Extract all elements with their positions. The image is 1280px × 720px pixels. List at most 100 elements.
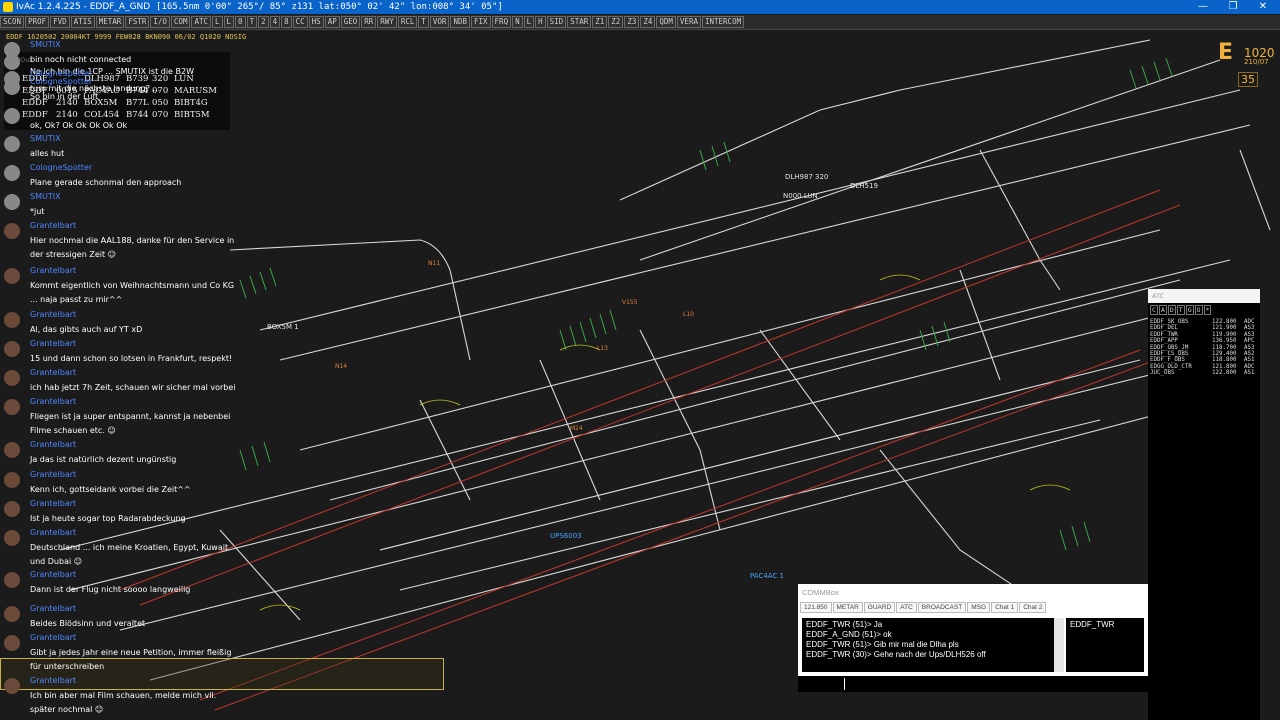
toolbar-button-t[interactable]: T — [418, 16, 429, 28]
aircraft-label[interactable]: DLH519 — [850, 182, 878, 190]
chat-author: SMUTIX — [30, 134, 61, 143]
toolbar-button-io[interactable]: I/O — [150, 16, 170, 28]
commbox-log-line: EDDF_TWR (51)> Ja — [806, 620, 883, 629]
toolbar-button-z1[interactable]: Z1 — [592, 16, 608, 28]
hold-short-markings — [259, 274, 1071, 611]
toolbar-button-hs[interactable]: HS — [308, 16, 324, 28]
toolbar-button-ndb[interactable]: NDB — [450, 16, 470, 28]
toolbar-button-atc[interactable]: ATC — [191, 16, 212, 28]
atc-tab[interactable]: A — [1158, 305, 1167, 315]
aircraft-label[interactable]: UPS6003 — [550, 532, 582, 540]
aircraft-label[interactable]: DLH987 — [785, 173, 813, 181]
toolbar-button-z3[interactable]: Z3 — [624, 16, 640, 28]
atc-tab[interactable]: D — [1167, 305, 1176, 315]
chat-author: Grantelbart — [30, 528, 77, 537]
toolbar-button-vor[interactable]: VOR — [429, 16, 450, 28]
toolbar-button-fix[interactable]: FIX — [471, 16, 491, 28]
toolbar-button-metar[interactable]: METAR — [95, 16, 125, 28]
toolbar-button-sid[interactable]: SID — [546, 16, 567, 28]
toolbar-button-rwy[interactable]: RWY — [377, 16, 397, 28]
toolbar-button-fvd[interactable]: FVD — [50, 16, 70, 28]
toolbar-button-t[interactable]: T — [246, 16, 258, 28]
toolbar-button-4[interactable]: 4 — [269, 16, 281, 28]
chat-author: Grantelbart — [30, 633, 77, 642]
toolbar-button-l[interactable]: L — [223, 16, 235, 28]
toolbar-button-z2[interactable]: Z2 — [608, 16, 624, 28]
toolbar-button-n[interactable]: N — [512, 16, 523, 28]
commbox-tab[interactable]: Chat 1 — [991, 602, 1019, 613]
commbox-log-line: EDDF_TWR (30)> Gehe nach der Ups/DLH526 … — [806, 650, 986, 659]
chat-author: Grantelbart — [30, 676, 77, 685]
commbox-tab[interactable]: GUARD — [863, 602, 896, 613]
chat-author: Grantelbart — [30, 266, 77, 275]
atc-freq: 122.800 — [1212, 370, 1237, 377]
atc-tab[interactable]: T — [1176, 305, 1185, 315]
commbox-tab[interactable]: Chat 2 — [1019, 602, 1047, 613]
avatar — [4, 530, 20, 546]
atc-tab[interactable]: C — [1150, 305, 1158, 315]
svg-text:M24: M24 — [570, 425, 583, 432]
commbox-log-line: EDDF_TWR (51)> Gib mir mal die Dlha pls — [806, 640, 959, 649]
toolbar-button-l[interactable]: L — [523, 16, 535, 28]
toolbar-button-frq[interactable]: FRQ — [491, 16, 512, 28]
chat-author: Grantelbart — [30, 570, 77, 579]
toolbar-button-2[interactable]: 2 — [258, 16, 269, 28]
atc-list-window[interactable]: ATC C A D T G O * EDDF_SK_OBS 122.800 ADC EDDF_DE… — [1148, 289, 1260, 720]
toolbar-button-com[interactable]: COM — [170, 16, 191, 28]
app-icon — [3, 2, 13, 12]
toolbar-button-star[interactable]: STAR — [567, 16, 592, 28]
toolbar-button-rcl[interactable]: RCL — [397, 16, 418, 28]
toolbar-button-z4[interactable]: Z4 — [640, 16, 656, 28]
commbox-tab[interactable]: MSG — [967, 602, 991, 613]
toolbar-button-ap[interactable]: AP — [324, 16, 340, 28]
toolbar-button-scon[interactable]: SCON — [0, 16, 25, 28]
atc-tab[interactable]: G — [1185, 305, 1194, 315]
commbox-log-line: EDDF_A_GND (51)> ok — [806, 630, 892, 639]
commbox-tab[interactable]: ATC — [896, 602, 917, 613]
commbox-window: COMMBox 121.850 METAR GUARD ATC BROADCAST MSG… — [798, 584, 1148, 692]
atis-letter: E — [1218, 40, 1234, 65]
atc-tab[interactable]: O — [1194, 305, 1203, 315]
toolbar-button-geo[interactable]: GEO — [340, 16, 361, 28]
commbox-input[interactable] — [798, 676, 1148, 692]
maximize-button[interactable]: ❐ — [1218, 0, 1248, 14]
chat-text: Kenn ich, gottseidank vorbei die Zeit^^ — [30, 485, 191, 494]
toolbar-button-0[interactable]: 0 — [235, 16, 246, 28]
aircraft-route-label: N000 LUN — [783, 192, 818, 200]
chat-author: Grantelbart — [30, 470, 77, 479]
chat-text: Ist ja heute sogar top Radarabdeckung — [30, 514, 186, 523]
minimize-button[interactable]: — — [1188, 0, 1218, 14]
toolbar-button-atis[interactable]: ATIS — [70, 16, 95, 28]
avatar — [4, 268, 20, 284]
toolbar-button-h[interactable]: H — [535, 16, 546, 28]
chat-text: Deutschland ... ich meine Kroatien, Egyp… — [30, 543, 229, 566]
toolbar-button-rr[interactable]: RR — [361, 16, 377, 28]
window-title: IvAc 1.2.4.225 - EDDF_A_GND — [16, 2, 151, 12]
commbox-tab[interactable]: 121.850 — [800, 602, 832, 613]
stream-chat-overlay: SMUTIX bin noch nicht connected Ne ich bin… — [0, 40, 444, 720]
commbox-scrollbar[interactable] — [1054, 618, 1064, 672]
close-button[interactable]: ✕ — [1248, 0, 1278, 14]
avatar — [4, 442, 20, 458]
cursor-coordinates: [165.5nm 0'00" 265°/ 85° z131 lat:050° 0… — [156, 2, 503, 12]
aircraft-label[interactable]: PAC4AC 1 — [750, 572, 784, 580]
chat-text: ich hab jetzt 7h Zeit, schauen wir siche… — [30, 383, 236, 392]
atc-list-tabs: C A D T G O * — [1150, 305, 1212, 315]
toolbar-button-qdm[interactable]: QDM — [656, 16, 676, 28]
commbox-tab[interactable]: METAR — [832, 602, 863, 613]
toolbar-button-fstr[interactable]: FSTR — [125, 16, 150, 28]
toolbar-button-8[interactable]: 8 — [281, 16, 292, 28]
commbox-tab[interactable]: BROADCAST — [917, 602, 967, 613]
toolbar-button-prof[interactable]: PROF — [25, 16, 50, 28]
chat-text: *jut — [30, 207, 45, 216]
toolbar-button-vera[interactable]: VERA — [676, 16, 701, 28]
aircraft-label[interactable]: BOX5M 1 — [267, 323, 299, 331]
toolbar-button-l[interactable]: L — [212, 16, 223, 28]
toolbar-button-intercom[interactable]: INTERCOM — [701, 16, 745, 28]
commbox-side-list[interactable]: EDDF_TWR — [1066, 618, 1144, 672]
text-caret — [844, 678, 845, 690]
chat-author: Grantelbart — [30, 221, 77, 230]
toolbar-button-cc[interactable]: CC — [292, 16, 308, 28]
svg-text:N11: N11 — [428, 260, 440, 267]
atc-tab[interactable]: * — [1203, 305, 1212, 315]
